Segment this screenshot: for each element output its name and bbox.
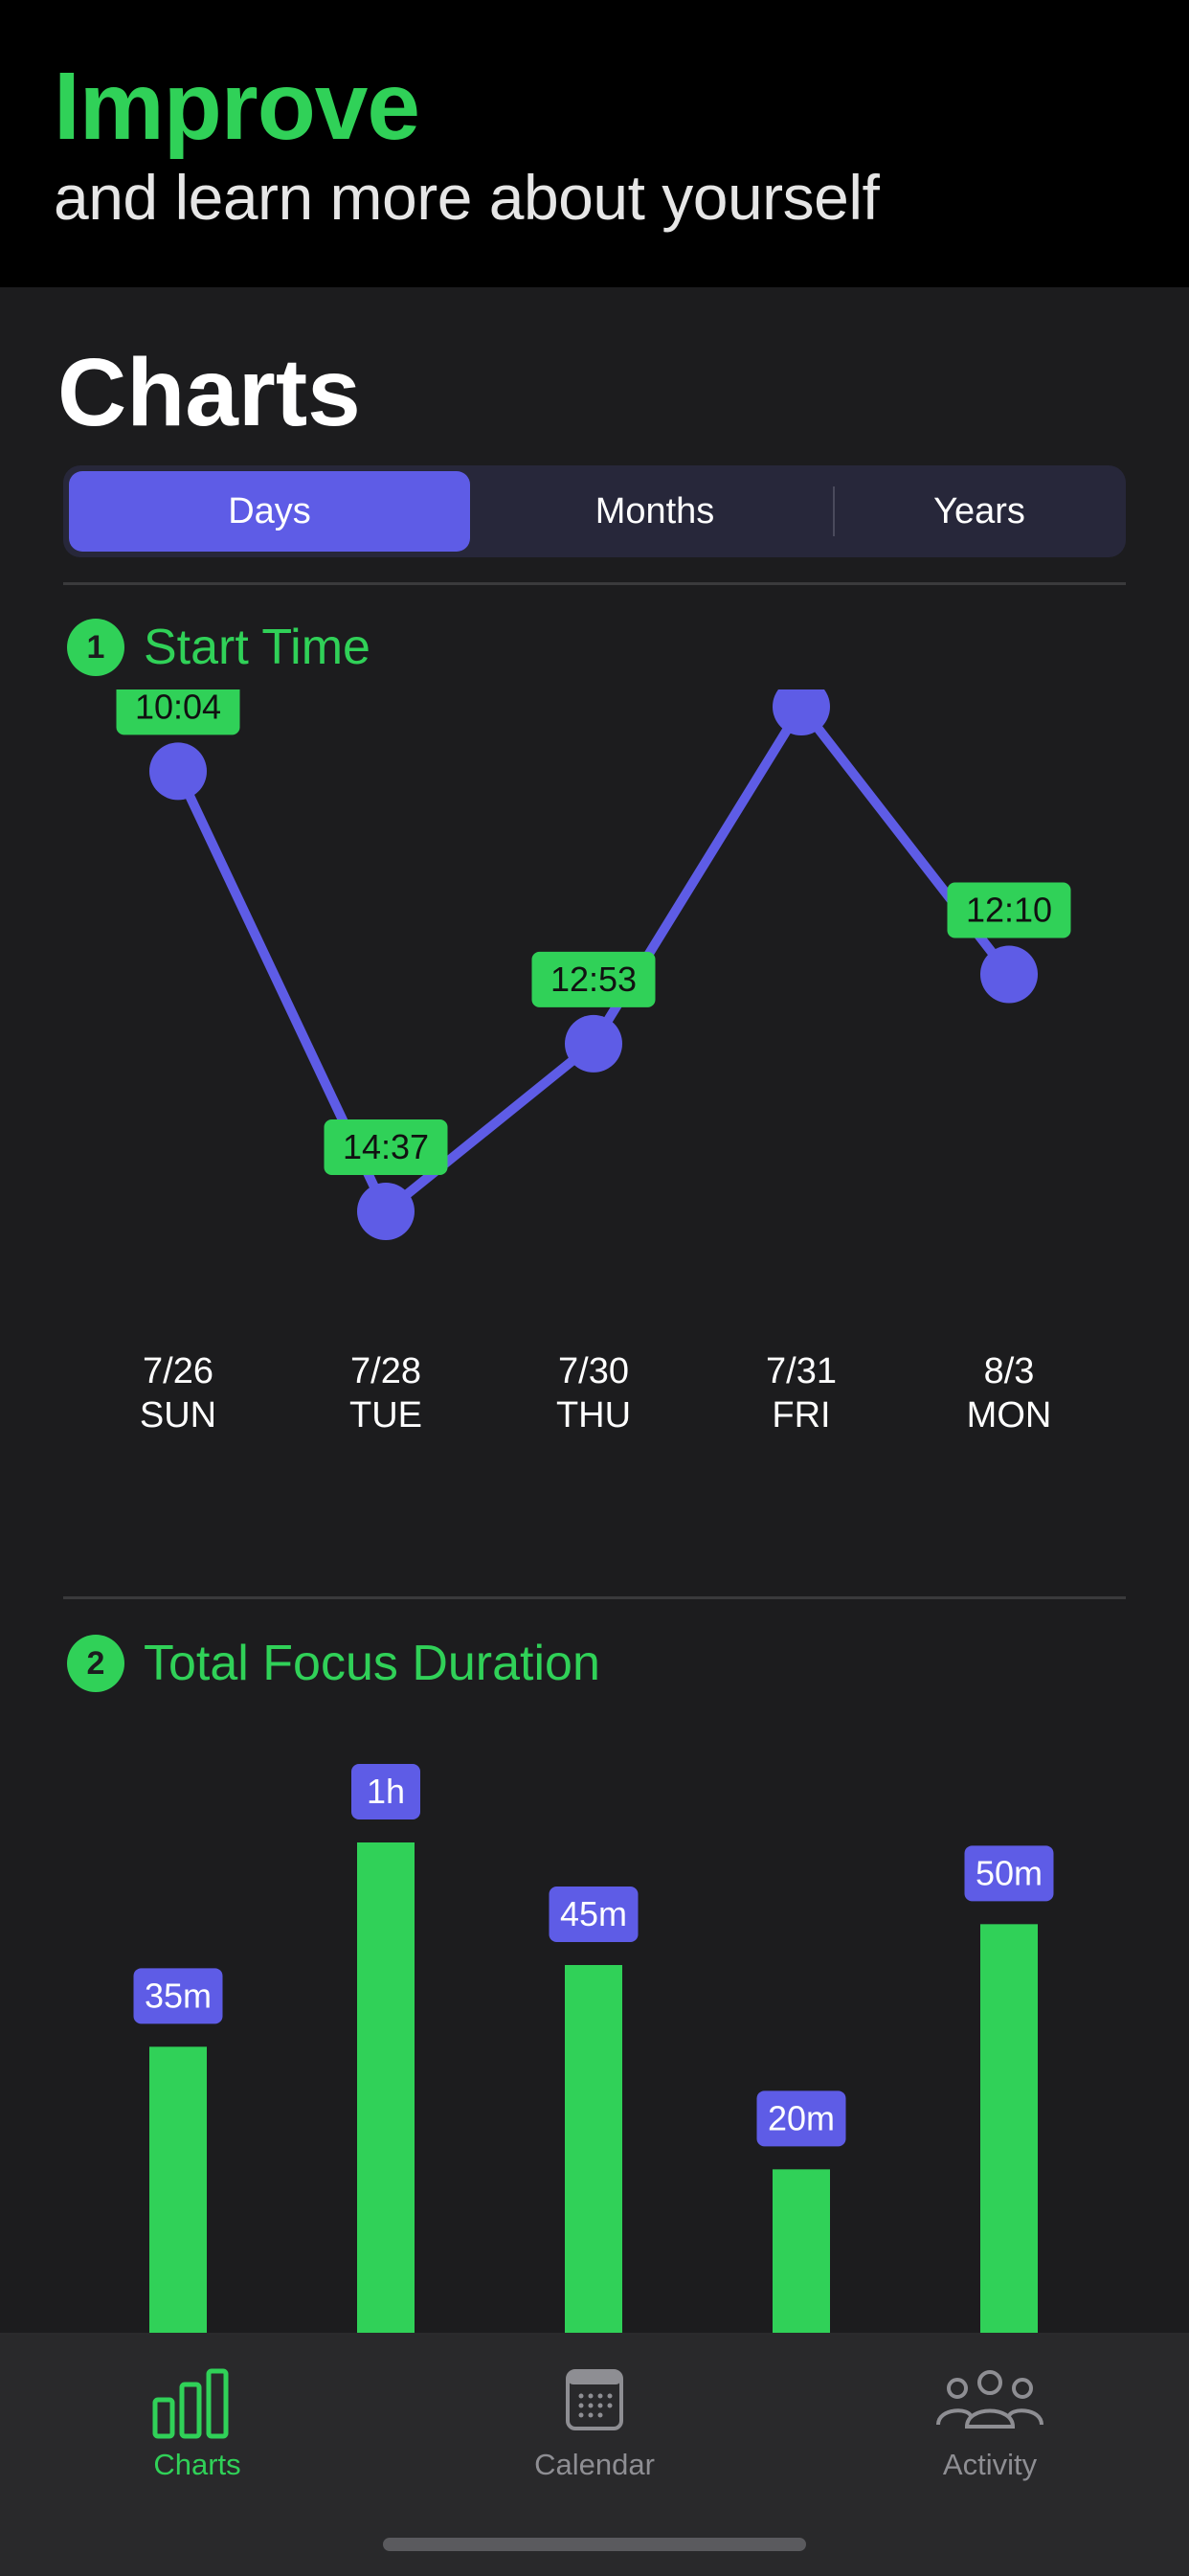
x-tick-date: 7/26 [143,1351,213,1391]
promo-header: Improve and learn more about yourself [0,0,1189,287]
data-point [980,945,1038,1004]
divider [63,582,1126,585]
data-label: 20m [768,2098,835,2137]
home-indicator [383,2538,806,2551]
x-tick-day: SUN [140,1395,216,1435]
segment-years[interactable]: Years [839,471,1120,552]
focus-bar [980,1924,1038,2333]
data-label: 12:53 [550,960,637,999]
charts-screen: Charts Days Months Years 1 Start Time 10… [0,287,1189,2574]
divider [63,1596,1126,1599]
focus-duration-bar-chart: 35m 1h 45m 20m 50m [133,1764,1054,2333]
data-point [565,1014,622,1073]
tab-activity[interactable]: Activity [865,2363,1114,2482]
tab-label: Charts [153,2448,241,2481]
data-label: 35m [145,1976,212,2015]
data-label: 14:37 [343,1127,429,1166]
tab-label: Calendar [534,2448,655,2481]
data-label: 1h [367,1772,405,1811]
focus-bar [773,2169,830,2333]
page-title: Charts [57,339,361,446]
data-label: 12:10 [966,890,1052,929]
x-tick-day: THU [556,1395,631,1435]
section-title: Total Focus Duration [144,1636,600,1691]
promo-subtitle: and learn more about yourself [54,162,880,233]
promo-title: Improve [54,53,420,160]
segment-days[interactable]: Days [69,471,470,552]
focus-bar [357,1842,415,2333]
section-title: Start Time [144,620,370,675]
range-segmented-control: Days Months Years [63,465,1126,557]
x-tick-date: 8/3 [984,1351,1035,1391]
section-start-time-header: 1 Start Time [67,619,370,676]
tab-calendar[interactable]: Calendar [470,2363,719,2482]
x-tick-day: TUE [349,1395,422,1435]
segment-divider [833,486,835,536]
section-number-badge: 2 [67,1635,124,1692]
segment-months[interactable]: Months [477,471,833,552]
section-number-badge: 1 [67,619,124,676]
data-point [149,742,207,801]
data-label: 45m [560,1894,627,1933]
bar-chart-icon [152,2368,229,2439]
tab-label: Activity [942,2448,1038,2481]
data-label: 10:04 [135,689,221,726]
section-focus-duration-header: 2 Total Focus Duration [67,1635,600,1692]
x-tick-day: MON [967,1395,1052,1435]
data-point [357,1183,415,1240]
x-tick-date: 7/28 [350,1351,421,1391]
x-tick-date: 7/30 [558,1351,629,1391]
calendar-icon [566,2369,623,2430]
data-label: 50m [976,1853,1043,1892]
focus-bar [565,1965,622,2333]
start-time-line-chart: 10:047/26SUN14:377/28TUE12:537/30THU9:24… [116,689,1071,1435]
x-tick-day: FRI [772,1395,830,1435]
people-icon [936,2370,1043,2429]
tab-charts[interactable]: Charts [73,2363,322,2482]
focus-bar [149,2046,207,2333]
x-tick-date: 7/31 [766,1351,837,1391]
